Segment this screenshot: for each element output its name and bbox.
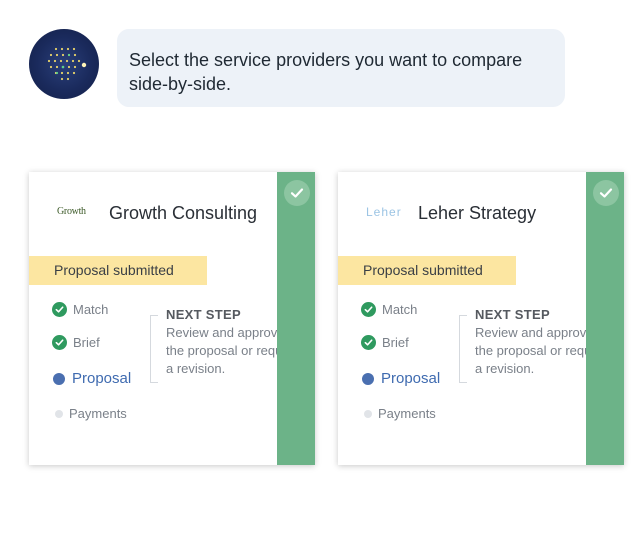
growth-consulting-logo: Growth bbox=[57, 206, 86, 217]
check-circle-icon bbox=[361, 335, 376, 350]
provider-card-growth-consulting[interactable]: Growth Growth Consulting Proposal submit… bbox=[29, 172, 315, 465]
step-payments: Payments bbox=[52, 406, 127, 421]
selected-check-icon[interactable] bbox=[284, 180, 310, 206]
assistant-message-text: Select the service providers you want to… bbox=[129, 50, 523, 94]
step-label: Proposal bbox=[72, 370, 132, 387]
step-proposal: Proposal bbox=[361, 370, 440, 387]
pending-step-dot-icon bbox=[55, 409, 63, 418]
assistant-message-bubble: Select the service providers you want to… bbox=[117, 29, 565, 107]
pending-step-dot-icon bbox=[364, 409, 372, 418]
current-step-dot-icon bbox=[362, 372, 374, 385]
check-circle-icon bbox=[52, 302, 67, 317]
step-label: Match bbox=[73, 302, 109, 317]
step-label: Brief bbox=[382, 335, 409, 350]
step-payments: Payments bbox=[361, 406, 436, 421]
check-circle-icon bbox=[361, 302, 376, 317]
step-match: Match bbox=[52, 302, 108, 317]
status-banner: Proposal submitted bbox=[338, 256, 516, 285]
selection-toggle[interactable] bbox=[277, 172, 315, 465]
step-bracket-divider bbox=[459, 315, 467, 383]
status-text: Proposal submitted bbox=[54, 262, 174, 278]
step-label: Proposal bbox=[381, 370, 441, 387]
step-label: Brief bbox=[73, 335, 100, 350]
leher-strategy-logo: Leher bbox=[366, 205, 402, 219]
step-bracket-divider bbox=[150, 315, 158, 383]
step-label: Payments bbox=[69, 406, 127, 421]
provider-card-leher-strategy[interactable]: Leher Leher Strategy Proposal submitted … bbox=[338, 172, 624, 465]
provider-name: Growth Consulting bbox=[109, 203, 258, 223]
step-match: Match bbox=[361, 302, 417, 317]
status-text: Proposal submitted bbox=[363, 262, 483, 278]
step-brief: Brief bbox=[52, 335, 100, 350]
current-step-dot-icon bbox=[53, 372, 65, 385]
provider-name: Leher Strategy bbox=[418, 203, 537, 223]
step-brief: Brief bbox=[361, 335, 409, 350]
assistant-avatar bbox=[29, 29, 99, 99]
step-label: Payments bbox=[378, 406, 436, 421]
step-proposal: Proposal bbox=[52, 370, 131, 387]
step-label: Match bbox=[382, 302, 418, 317]
selected-check-icon[interactable] bbox=[593, 180, 619, 206]
status-banner: Proposal submitted bbox=[29, 256, 207, 285]
dot-grid-icon bbox=[47, 47, 87, 81]
selection-toggle[interactable] bbox=[586, 172, 624, 465]
check-circle-icon bbox=[52, 335, 67, 350]
